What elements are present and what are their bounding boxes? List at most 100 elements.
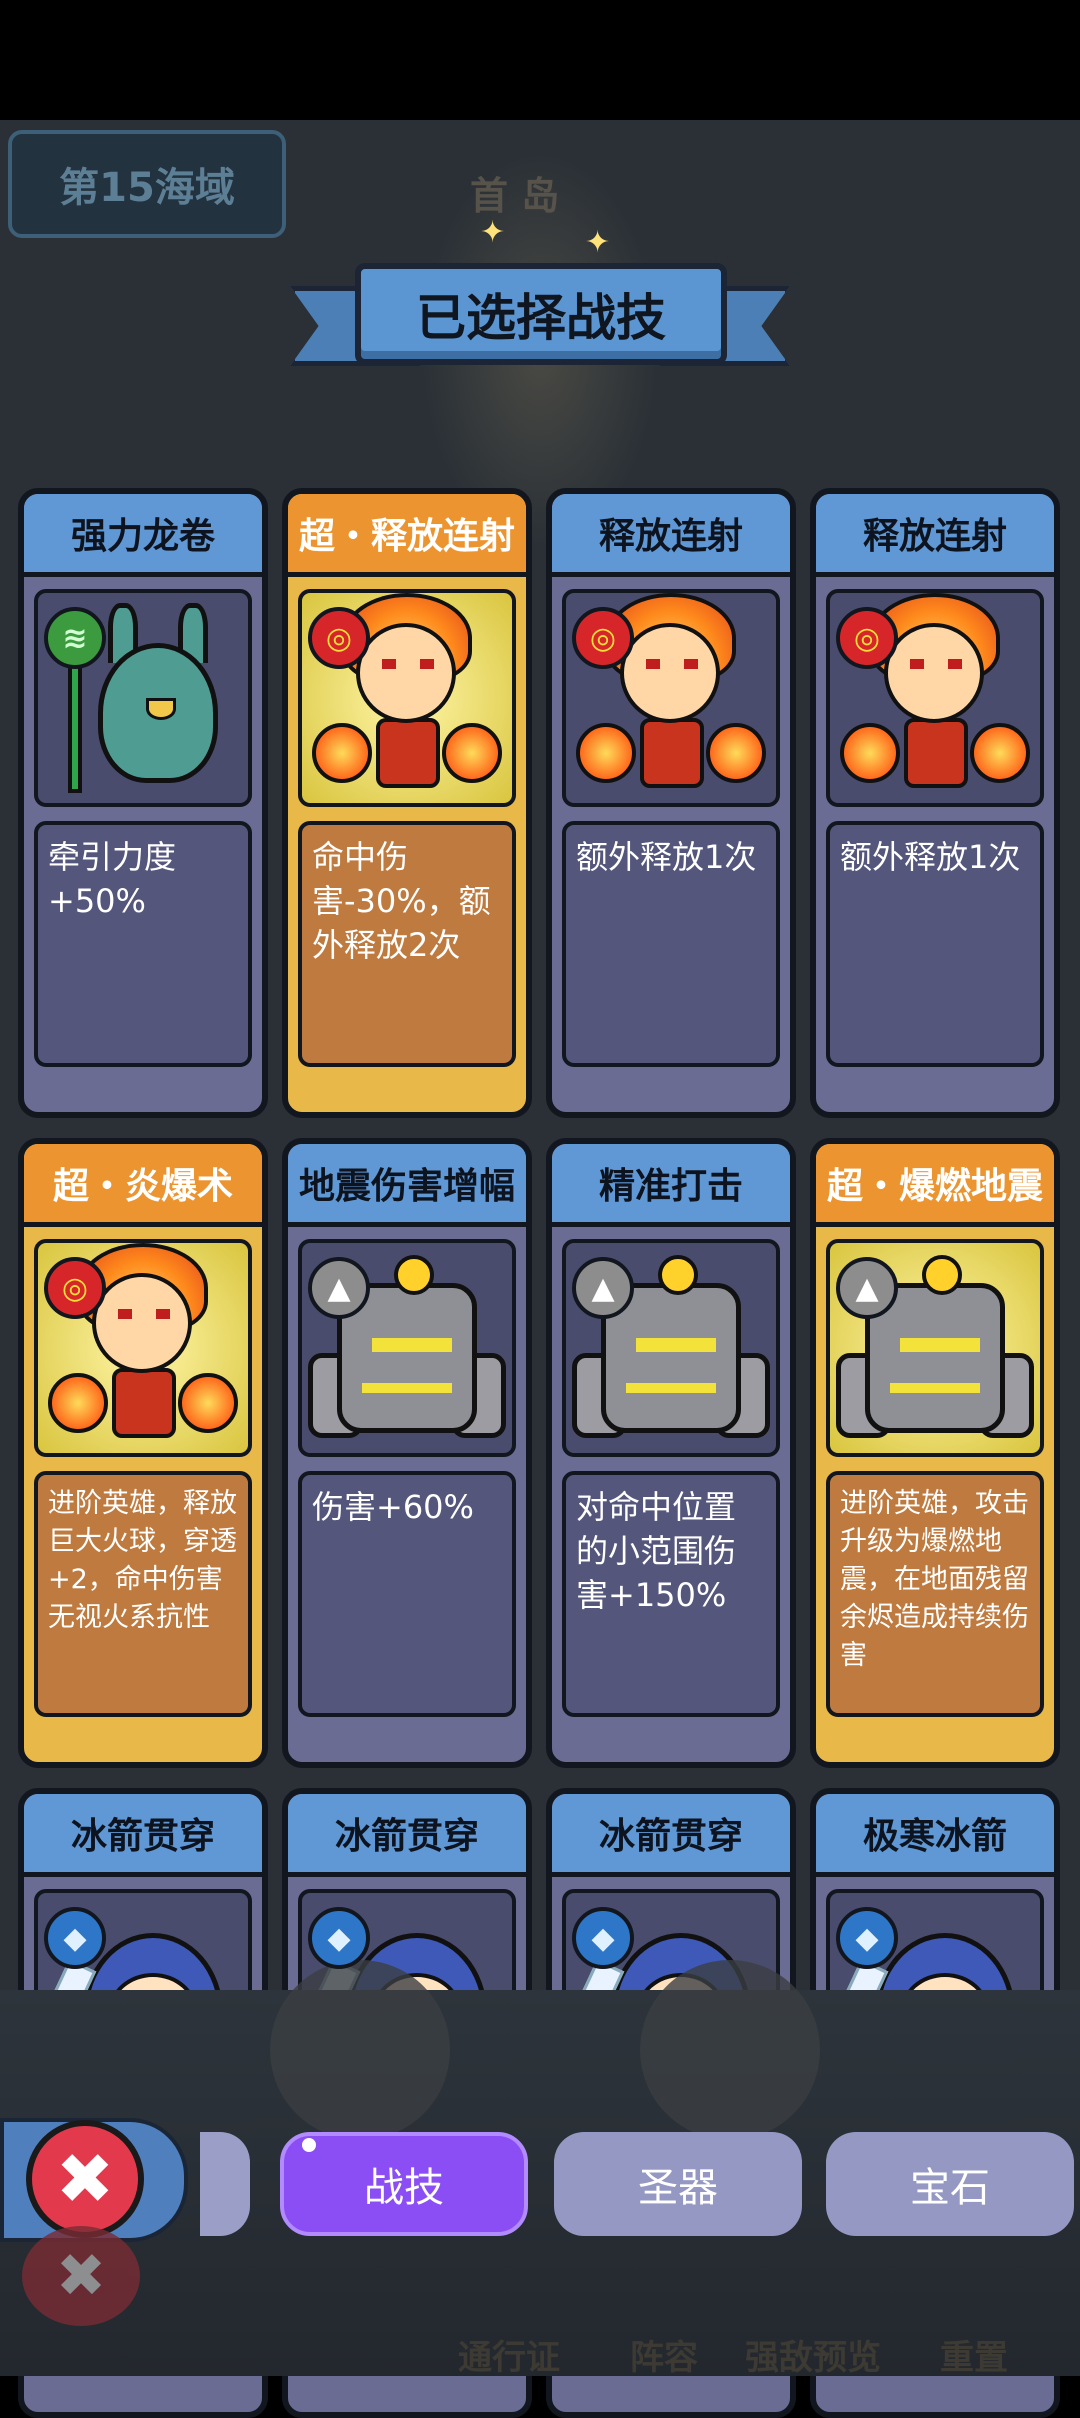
duck-rider — [394, 1255, 434, 1295]
skill-card[interactable]: 超・爆燃地震 ▲ 进阶英雄，攻击升级为爆燃地震，在地面残留余烬造成持续伤害 — [810, 1138, 1060, 1768]
fire-hand — [576, 723, 636, 783]
notification-dot — [302, 2138, 316, 2152]
fire-icon: ◎ — [836, 607, 898, 669]
fire-hand — [442, 723, 502, 783]
tab-label: 圣器 — [638, 2165, 718, 2211]
skill-description: 牵引力度+50% — [34, 821, 252, 1067]
hero-head — [356, 623, 456, 723]
close-icon: ✖ — [22, 2226, 140, 2326]
island-label: 首 岛 — [470, 174, 560, 218]
skill-card[interactable]: 强力龙卷 ≋ 牵引力度+50% — [18, 488, 268, 1118]
hero-eye — [156, 1309, 170, 1319]
tab-label: 战技 — [364, 2165, 444, 2211]
golem-eyes — [372, 1338, 452, 1352]
skill-name: 超・炎爆术 — [24, 1144, 262, 1227]
hero-eye — [646, 659, 660, 669]
skill-name: 精准打击 — [552, 1144, 790, 1227]
rock-icon: ▲ — [572, 1257, 634, 1319]
title-ribbon: 已选择战技 — [290, 258, 790, 368]
page-title: 已选择战技 — [355, 263, 727, 365]
hero-eye — [684, 659, 698, 669]
fire-hand — [178, 1373, 238, 1433]
wind-icon: ≋ — [44, 607, 106, 669]
tab-scroll-stub — [200, 2132, 250, 2236]
skill-name: 极寒冰箭 — [816, 1794, 1054, 1877]
hero-silhouette-decoration — [640, 1960, 820, 2140]
hero-body — [376, 718, 440, 788]
hero-body — [904, 718, 968, 788]
skill-card[interactable]: 释放连射 ◎ 额外释放1次 — [810, 488, 1060, 1118]
beak — [146, 698, 176, 720]
skill-name: 释放连射 — [552, 494, 790, 577]
ice-icon: ◆ — [572, 1907, 634, 1969]
close-button[interactable]: ✖ — [26, 2120, 144, 2238]
tab-label: 宝石 — [910, 2165, 990, 2211]
hero-portrait: ◎ — [826, 589, 1044, 807]
nav-enemy-preview[interactable]: 强敌预览 — [745, 2330, 881, 2379]
fire-hand — [840, 723, 900, 783]
ice-icon: ◆ — [308, 1907, 370, 1969]
skill-name: 释放连射 — [816, 494, 1054, 577]
hero-portrait: ◎ — [562, 589, 780, 807]
skill-card[interactable]: 精准打击 ▲ 对命中位置的小范围伤害+150% — [546, 1138, 796, 1768]
hero-body — [640, 718, 704, 788]
fire-hand — [970, 723, 1030, 783]
skill-name: 强力龙卷 — [24, 494, 262, 577]
tab-skills[interactable]: 战技 — [280, 2132, 528, 2236]
golem-eyes — [900, 1338, 980, 1352]
hero-head — [884, 623, 984, 723]
skill-description: 进阶英雄，攻击升级为爆燃地震，在地面残留余烬造成持续伤害 — [826, 1471, 1044, 1717]
skill-name: 超・爆燃地震 — [816, 1144, 1054, 1227]
fire-hand — [48, 1373, 108, 1433]
hero-portrait: ≋ — [34, 589, 252, 807]
skill-description: 命中伤害-30%，额外释放2次 — [298, 821, 516, 1067]
hero-portrait: ◎ — [34, 1239, 252, 1457]
ice-icon: ◆ — [836, 1907, 898, 1969]
skill-card[interactable]: 地震伤害增幅 ▲ 伤害+60% — [282, 1138, 532, 1768]
fire-hand — [706, 723, 766, 783]
golem-eyes — [636, 1338, 716, 1352]
skill-card[interactable]: 超・炎爆术 ◎ 进阶英雄，释放巨大火球，穿透+2，命中伤害无视火系抗性 — [18, 1138, 268, 1768]
rock-icon: ▲ — [308, 1257, 370, 1319]
tab-gems[interactable]: 宝石 — [826, 2132, 1074, 2236]
nav-lineup[interactable]: 阵容 — [630, 2330, 698, 2379]
skill-description: 额外释放1次 — [562, 821, 780, 1067]
duck-rider — [658, 1255, 698, 1295]
skill-name: 超・释放连射 — [288, 494, 526, 577]
hero-eye — [948, 659, 962, 669]
nav-pass[interactable]: 通行证 — [458, 2330, 560, 2379]
skill-description: 额外释放1次 — [826, 821, 1044, 1067]
hero-eye — [382, 659, 396, 669]
close-icon: ✖ — [55, 2138, 115, 2220]
skill-description: 对命中位置的小范围伤害+150% — [562, 1471, 780, 1717]
tab-artifacts[interactable]: 圣器 — [554, 2132, 802, 2236]
sparkle-icon: ✦ — [480, 215, 506, 250]
hero-eye — [420, 659, 434, 669]
skill-description: 进阶英雄，释放巨大火球，穿透+2，命中伤害无视火系抗性 — [34, 1471, 252, 1717]
sea-zone-label: 第15海域 — [8, 130, 286, 238]
skill-name: 冰箭贯穿 — [552, 1794, 790, 1877]
fire-icon: ◎ — [572, 607, 634, 669]
hero-eye — [910, 659, 924, 669]
golem-belt — [890, 1383, 980, 1393]
skill-name: 冰箭贯穿 — [24, 1794, 262, 1877]
hero-eye — [118, 1309, 132, 1319]
fire-icon: ◎ — [308, 607, 370, 669]
hero-portrait: ◎ — [298, 589, 516, 807]
skill-name: 地震伤害增幅 — [288, 1144, 526, 1227]
nav-reset[interactable]: 重置 — [940, 2330, 1008, 2379]
hero-head — [92, 1273, 192, 1373]
skill-card[interactable]: 释放连射 ◎ 额外释放1次 — [546, 488, 796, 1118]
hero-portrait: ▲ — [298, 1239, 516, 1457]
skill-description: 伤害+60% — [298, 1471, 516, 1717]
rock-icon: ▲ — [836, 1257, 898, 1319]
fire-hand — [312, 723, 372, 783]
hero-silhouette-decoration — [270, 1960, 450, 2140]
skill-name: 冰箭贯穿 — [288, 1794, 526, 1877]
fire-icon: ◎ — [44, 1257, 106, 1319]
skill-card[interactable]: 超・释放连射 ◎ 命中伤害-30%，额外释放2次 — [282, 488, 532, 1118]
hero-head — [620, 623, 720, 723]
golem-belt — [362, 1383, 452, 1393]
duck-rider — [922, 1255, 962, 1295]
hero-portrait: ▲ — [826, 1239, 1044, 1457]
